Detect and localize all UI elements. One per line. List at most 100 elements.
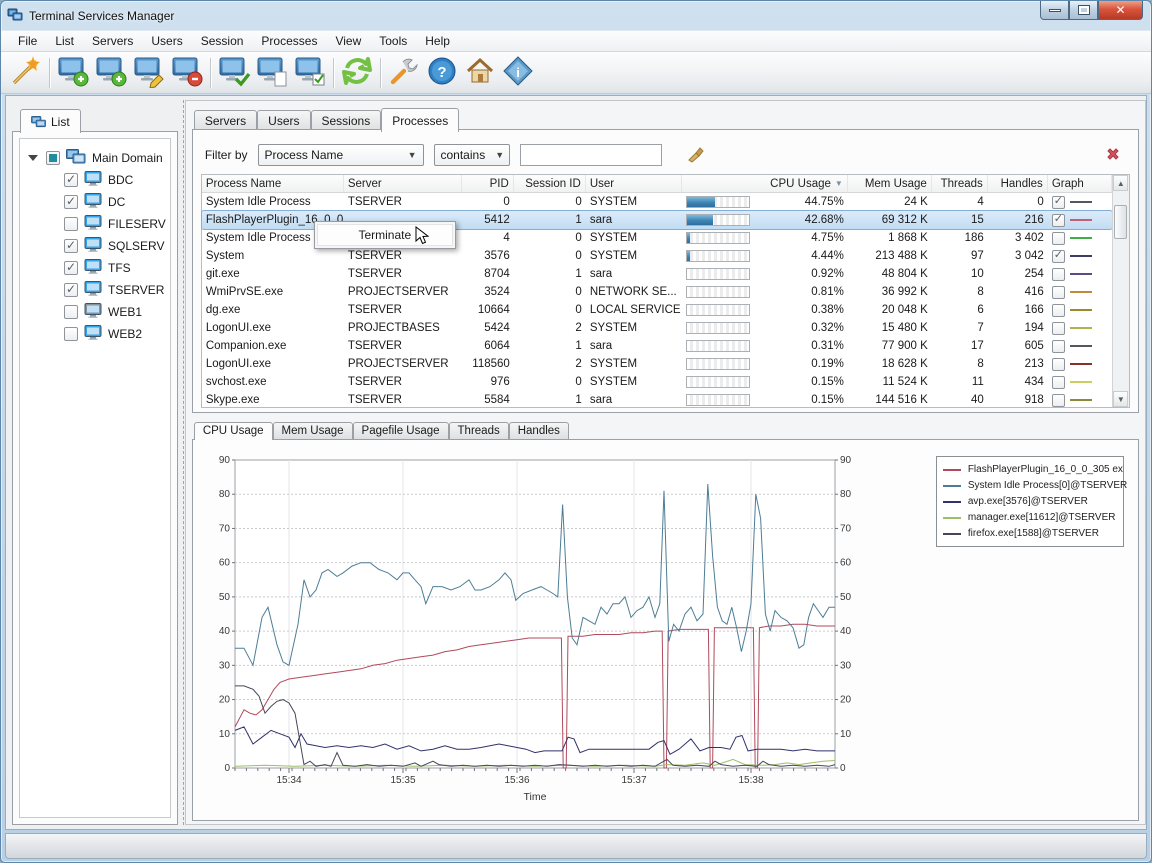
column-header-process-name[interactable]: Process Name (202, 175, 344, 192)
column-header-pid[interactable]: PID (462, 175, 514, 192)
column-header-threads[interactable]: Threads (932, 175, 988, 192)
graph-checkbox[interactable] (1052, 268, 1065, 281)
edit-server-button[interactable] (130, 55, 168, 91)
server-checkbox[interactable]: ✓ (64, 261, 78, 275)
menu-help[interactable]: Help (416, 32, 459, 50)
table-row[interactable]: Skype.exeTSERVER55841sara0.15%144 516 K4… (202, 391, 1112, 409)
column-header-user[interactable]: User (586, 175, 682, 192)
chart-tab-pagefile-usage[interactable]: Pagefile Usage (353, 422, 449, 440)
tree-item-sqlserv[interactable]: ✓SQLSERV (24, 235, 166, 257)
help-button[interactable]: ? (423, 55, 461, 91)
scrollbar-thumb[interactable] (1114, 205, 1127, 239)
main-domain-checkbox[interactable] (46, 151, 60, 165)
menu-servers[interactable]: Servers (83, 32, 142, 50)
menu-processes[interactable]: Processes (252, 32, 326, 50)
column-header-session-id[interactable]: Session ID (514, 175, 586, 192)
tree-item-tfs[interactable]: ✓TFS (24, 257, 166, 279)
server-checkbox[interactable]: ✓ (64, 239, 78, 253)
chart-tab-cpu-usage[interactable]: CPU Usage (194, 422, 273, 440)
magic-wand-button[interactable] (7, 55, 45, 91)
graph-checkbox[interactable] (1052, 232, 1065, 245)
add-server-button[interactable] (54, 55, 92, 91)
table-row[interactable]: SystemTSERVER35760SYSTEM4.44%213 488 K97… (202, 247, 1112, 265)
new-server-list-button[interactable] (253, 55, 291, 91)
server-icon (84, 281, 102, 299)
server-checkbox[interactable] (64, 305, 78, 319)
tree-item-web1[interactable]: WEB1 (24, 301, 166, 323)
minimize-button[interactable] (1040, 1, 1069, 20)
cell-server: PROJECTBASES (344, 322, 462, 334)
menu-list[interactable]: List (46, 32, 83, 50)
menu-users[interactable]: Users (142, 32, 191, 50)
server-checkbox-options-button[interactable] (291, 55, 329, 91)
graph-checkbox[interactable] (1052, 376, 1065, 389)
graph-checkbox[interactable]: ✓ (1052, 214, 1065, 227)
filter-operator-dropdown[interactable]: contains ▼ (434, 144, 510, 166)
refresh-button[interactable] (338, 55, 376, 91)
tools-button[interactable] (385, 55, 423, 91)
tree-collapse-icon[interactable] (28, 155, 38, 161)
maximize-button[interactable] (1069, 1, 1098, 20)
server-checkbox[interactable] (64, 217, 78, 231)
graph-checkbox[interactable]: ✓ (1052, 250, 1065, 263)
table-row[interactable]: WmiPrvSE.exePROJECTSERVER35240NETWORK SE… (202, 283, 1112, 301)
graph-checkbox[interactable] (1052, 304, 1065, 317)
table-row[interactable]: dg.exeTSERVER106640LOCAL SERVICE0.38%20 … (202, 301, 1112, 319)
column-header-handles[interactable]: Handles (988, 175, 1048, 192)
graph-checkbox[interactable] (1052, 340, 1065, 353)
table-row[interactable]: LogonUI.exePROJECTBASES54242SYSTEM0.32%1… (202, 319, 1112, 337)
about-button[interactable]: i (499, 55, 537, 91)
graph-checkbox[interactable]: ✓ (1052, 196, 1065, 209)
scroll-up-icon[interactable]: ▲ (1113, 175, 1128, 191)
server-checkbox[interactable]: ✓ (64, 173, 78, 187)
column-header-server[interactable]: Server (344, 175, 462, 192)
chevron-down-icon: ▼ (485, 150, 504, 160)
cell-name: svchost.exe (202, 376, 344, 388)
table-row[interactable]: Companion.exeTSERVER60641sara0.31%77 900… (202, 337, 1112, 355)
tab-list[interactable]: List (20, 109, 81, 133)
tree-item-tserver[interactable]: ✓TSERVER (24, 279, 166, 301)
terminate-menu-item[interactable]: Terminate (317, 224, 453, 246)
column-header-graph[interactable]: Graph (1048, 175, 1112, 192)
clear-filter-icon[interactable] (686, 145, 706, 166)
table-scrollbar[interactable]: ▲ ▼ (1112, 175, 1129, 407)
menu-view[interactable]: View (326, 32, 370, 50)
graph-checkbox[interactable] (1052, 394, 1065, 407)
panel-splitter[interactable] (183, 100, 184, 825)
chart-tab-threads[interactable]: Threads (449, 422, 509, 440)
tree-item-main-domain[interactable]: Main Domain (24, 147, 166, 169)
menu-session[interactable]: Session (192, 32, 253, 50)
table-row[interactable]: System Idle ProcessTSERVER00SYSTEM44.75%… (202, 193, 1112, 211)
column-header-mem-usage[interactable]: Mem Usage (848, 175, 932, 192)
chart-tab-handles[interactable]: Handles (509, 422, 569, 440)
graph-checkbox[interactable] (1052, 358, 1065, 371)
tree-item-bdc[interactable]: ✓BDC (24, 169, 166, 191)
server-checkbox[interactable]: ✓ (64, 283, 78, 297)
table-row[interactable]: git.exeTSERVER87041sara0.92%48 804 K1025… (202, 265, 1112, 283)
add-server-group-button[interactable] (92, 55, 130, 91)
menu-file[interactable]: File (9, 32, 46, 50)
scroll-down-icon[interactable]: ▼ (1113, 391, 1128, 407)
filter-value-input[interactable] (520, 144, 662, 166)
graph-checkbox[interactable] (1052, 322, 1065, 335)
filter-field-dropdown[interactable]: Process Name ▼ (258, 144, 424, 166)
server-checkbox[interactable]: ✓ (64, 195, 78, 209)
close-button[interactable]: ✕ (1098, 1, 1143, 20)
graph-checkbox[interactable] (1052, 286, 1065, 299)
close-filter-icon[interactable] (1106, 147, 1120, 164)
server-checkbox[interactable] (64, 327, 78, 341)
column-header-cpu-usage[interactable]: CPU Usage▼ (682, 175, 848, 192)
title-bar[interactable]: Terminal Services Manager ✕ (1, 1, 1151, 30)
home-button[interactable] (461, 55, 499, 91)
menu-tools[interactable]: Tools (370, 32, 416, 50)
tab-processes[interactable]: Processes (381, 108, 459, 132)
tree-item-dc[interactable]: ✓DC (24, 191, 166, 213)
tree-item-fileserv[interactable]: FILESERV (24, 213, 166, 235)
cell-name: WmiPrvSE.exe (202, 286, 344, 298)
table-row[interactable]: LogonUI.exePROJECTSERVER1185602SYSTEM0.1… (202, 355, 1112, 373)
table-row[interactable]: svchost.exeTSERVER9760SYSTEM0.15%11 524 … (202, 373, 1112, 391)
remove-server-button[interactable] (168, 55, 206, 91)
connect-server-button[interactable] (215, 55, 253, 91)
chart-tab-mem-usage[interactable]: Mem Usage (273, 422, 353, 440)
tree-item-web2[interactable]: WEB2 (24, 323, 166, 345)
